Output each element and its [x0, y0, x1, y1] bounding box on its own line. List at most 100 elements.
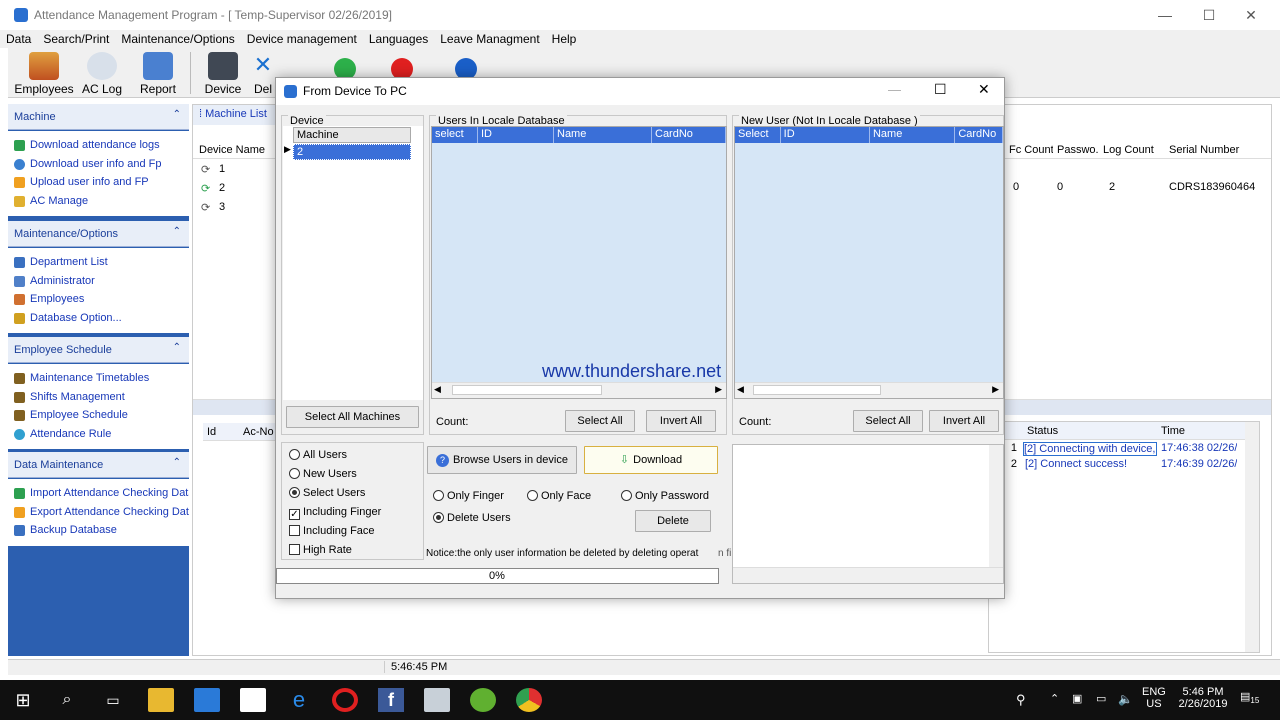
- clock-icon: [87, 52, 117, 80]
- sidebar-item-employees[interactable]: Employees: [8, 291, 189, 310]
- collapse-icon[interactable]: ⌃: [173, 226, 181, 237]
- attendance-app-icon[interactable]: [424, 688, 450, 712]
- users-local-header: select ID Name CardNo: [432, 127, 726, 143]
- sidebar-section-data-maintenance[interactable]: Data Maintenance ⌃: [8, 452, 189, 478]
- collapse-icon[interactable]: ⌃: [173, 109, 181, 120]
- sidebar-item-download-logs[interactable]: Download attendance logs: [8, 137, 189, 156]
- menu-maintenance[interactable]: Maintenance/Options: [115, 30, 240, 48]
- chrome-icon[interactable]: [516, 688, 542, 712]
- sidebar-section-machine[interactable]: Machine ⌃: [8, 104, 189, 130]
- tab-machine-list[interactable]: ⁞ Machine List: [193, 105, 275, 125]
- device-table-row[interactable]: 0 0 2 CDRS183960464: [1005, 181, 1271, 193]
- sidebar-item-export[interactable]: Export Attendance Checking Data: [8, 504, 189, 523]
- select-users-radio[interactable]: Select Users: [289, 487, 365, 499]
- close-button[interactable]: ✕: [1228, 0, 1274, 30]
- maximize-button[interactable]: ☐: [1186, 0, 1232, 30]
- menu-data[interactable]: Data: [0, 30, 37, 48]
- machine-row[interactable]: 2: [293, 144, 411, 160]
- report-button[interactable]: Report: [126, 50, 190, 96]
- volume-icon[interactable]: 🔈: [1118, 692, 1133, 706]
- select-all-new-button[interactable]: Select All: [853, 410, 923, 432]
- scroll-thumb: [452, 385, 602, 395]
- employees-button[interactable]: Employees: [12, 50, 76, 96]
- log-row[interactable]: 1 [2] Connecting with device,pl 17:46:38 0…: [989, 440, 1259, 456]
- including-finger-checkbox[interactable]: ✓ Including Finger: [289, 506, 381, 520]
- log-header: DStatusTime: [989, 422, 1259, 440]
- network-icon[interactable]: ▣: [1072, 692, 1082, 705]
- status-bar: 5:46:45 PM: [8, 659, 1280, 675]
- battery-icon[interactable]: ▭: [1096, 692, 1106, 705]
- sidebar-item-administrator[interactable]: Administrator: [8, 273, 189, 292]
- menu-languages[interactable]: Languages: [363, 30, 434, 48]
- menu-device-management[interactable]: Device management: [241, 30, 363, 48]
- select-all-machines-button[interactable]: Select All Machines: [286, 406, 419, 428]
- select-all-local-button[interactable]: Select All: [565, 410, 635, 432]
- sidebar-item-ac-manage[interactable]: AC Manage: [8, 193, 189, 212]
- menu-leave[interactable]: Leave Managment: [434, 30, 545, 48]
- collapse-icon[interactable]: ⌃: [173, 342, 181, 353]
- invert-all-local-button[interactable]: Invert All: [646, 410, 716, 432]
- sidebar-item-download-user[interactable]: Download user info and Fp: [8, 156, 189, 175]
- device-row[interactable]: ⟳ 2: [199, 180, 269, 199]
- store-icon[interactable]: [194, 688, 220, 712]
- app-icon-green[interactable]: [470, 688, 496, 712]
- output-horizontal-scrollbar[interactable]: [733, 567, 1003, 583]
- new-users-radio[interactable]: New Users: [289, 468, 357, 480]
- including-face-checkbox[interactable]: Including Face: [289, 525, 375, 537]
- collapse-icon[interactable]: ⌃: [173, 457, 181, 468]
- task-view-icon[interactable]: ▭: [100, 688, 126, 712]
- people-icon[interactable]: ⚲: [1016, 692, 1026, 708]
- sidebar-item-department[interactable]: Department List: [8, 254, 189, 273]
- output-textbox[interactable]: [732, 444, 1004, 584]
- windows-start-icon[interactable]: ⊞: [10, 688, 36, 712]
- log-vertical-scrollbar[interactable]: [1245, 422, 1259, 652]
- delete-button[interactable]: Delete: [635, 510, 711, 532]
- sidebar-section-schedule[interactable]: Employee Schedule ⌃: [8, 337, 189, 363]
- log-panel: DStatusTime 1[2] Connecting with device,…: [988, 421, 1260, 653]
- users-local-scrollbar[interactable]: ◀ ▶: [432, 382, 726, 398]
- menu-search-print[interactable]: Search/Print: [37, 30, 115, 48]
- new-users-scrollbar[interactable]: ◀ ▶: [735, 382, 1003, 398]
- download-button[interactable]: ⇩ Download: [584, 446, 718, 474]
- language-indicator[interactable]: ENG US: [1142, 686, 1166, 710]
- sidebar-item-shifts[interactable]: Shifts Management: [8, 389, 189, 408]
- high-rate-checkbox[interactable]: High Rate: [289, 544, 352, 556]
- aclog-button[interactable]: AC Log: [70, 50, 134, 96]
- invert-all-new-button[interactable]: Invert All: [929, 410, 999, 432]
- sidebar-item-database[interactable]: Database Option...: [8, 310, 189, 329]
- dialog-close-button[interactable]: ✕: [978, 81, 990, 98]
- only-password-radio[interactable]: Only Password: [621, 490, 709, 502]
- notification-icon[interactable]: ▤15: [1240, 690, 1259, 705]
- device-row[interactable]: ⟳ 1: [199, 161, 269, 180]
- output-vertical-scrollbar[interactable]: [989, 445, 1003, 569]
- sidebar-item-attendance-rule[interactable]: Attendance Rule: [8, 426, 189, 445]
- search-icon[interactable]: ⌕: [54, 688, 80, 712]
- dialog-minimize-button[interactable]: —: [888, 82, 901, 97]
- opera-icon[interactable]: [332, 688, 358, 712]
- sidebar-item-backup[interactable]: Backup Database: [8, 522, 189, 541]
- dialog-maximize-button[interactable]: ☐: [934, 81, 947, 98]
- edge-icon[interactable]: e: [286, 688, 312, 712]
- facebook-icon[interactable]: f: [378, 688, 404, 712]
- file-explorer-icon[interactable]: [148, 688, 174, 712]
- sidebar-item-import[interactable]: Import Attendance Checking Data: [8, 485, 189, 504]
- sidebar-item-employee-schedule[interactable]: Employee Schedule: [8, 407, 189, 426]
- device-row[interactable]: ⟳ 3: [199, 199, 269, 218]
- sidebar-item-timetables[interactable]: Maintenance Timetables: [8, 370, 189, 389]
- browse-users-button[interactable]: ? Browse Users in device: [427, 446, 577, 474]
- mail-icon[interactable]: [240, 688, 266, 712]
- minimize-button[interactable]: —: [1142, 0, 1188, 30]
- menu-help[interactable]: Help: [546, 30, 583, 48]
- only-face-radio[interactable]: Only Face: [527, 490, 591, 502]
- log-row[interactable]: 2 [2] Connect success! 17:46:39 02/26/: [989, 456, 1259, 472]
- device-button[interactable]: Device: [191, 50, 255, 96]
- only-finger-radio[interactable]: Only Finger: [433, 490, 504, 502]
- all-users-radio[interactable]: All Users: [289, 449, 347, 461]
- notice-tail: n fi: [718, 548, 732, 559]
- delete-device-button[interactable]: ✕ Del: [248, 50, 278, 96]
- delete-users-radio[interactable]: Delete Users: [433, 512, 511, 524]
- sidebar-item-upload-user[interactable]: Upload user info and FP: [8, 174, 189, 193]
- chevron-up-icon[interactable]: ⌃: [1050, 692, 1059, 705]
- clock[interactable]: 5:46 PM 2/26/2019: [1174, 686, 1232, 710]
- sidebar-section-maintenance[interactable]: Maintenance/Options ⌃: [8, 221, 189, 247]
